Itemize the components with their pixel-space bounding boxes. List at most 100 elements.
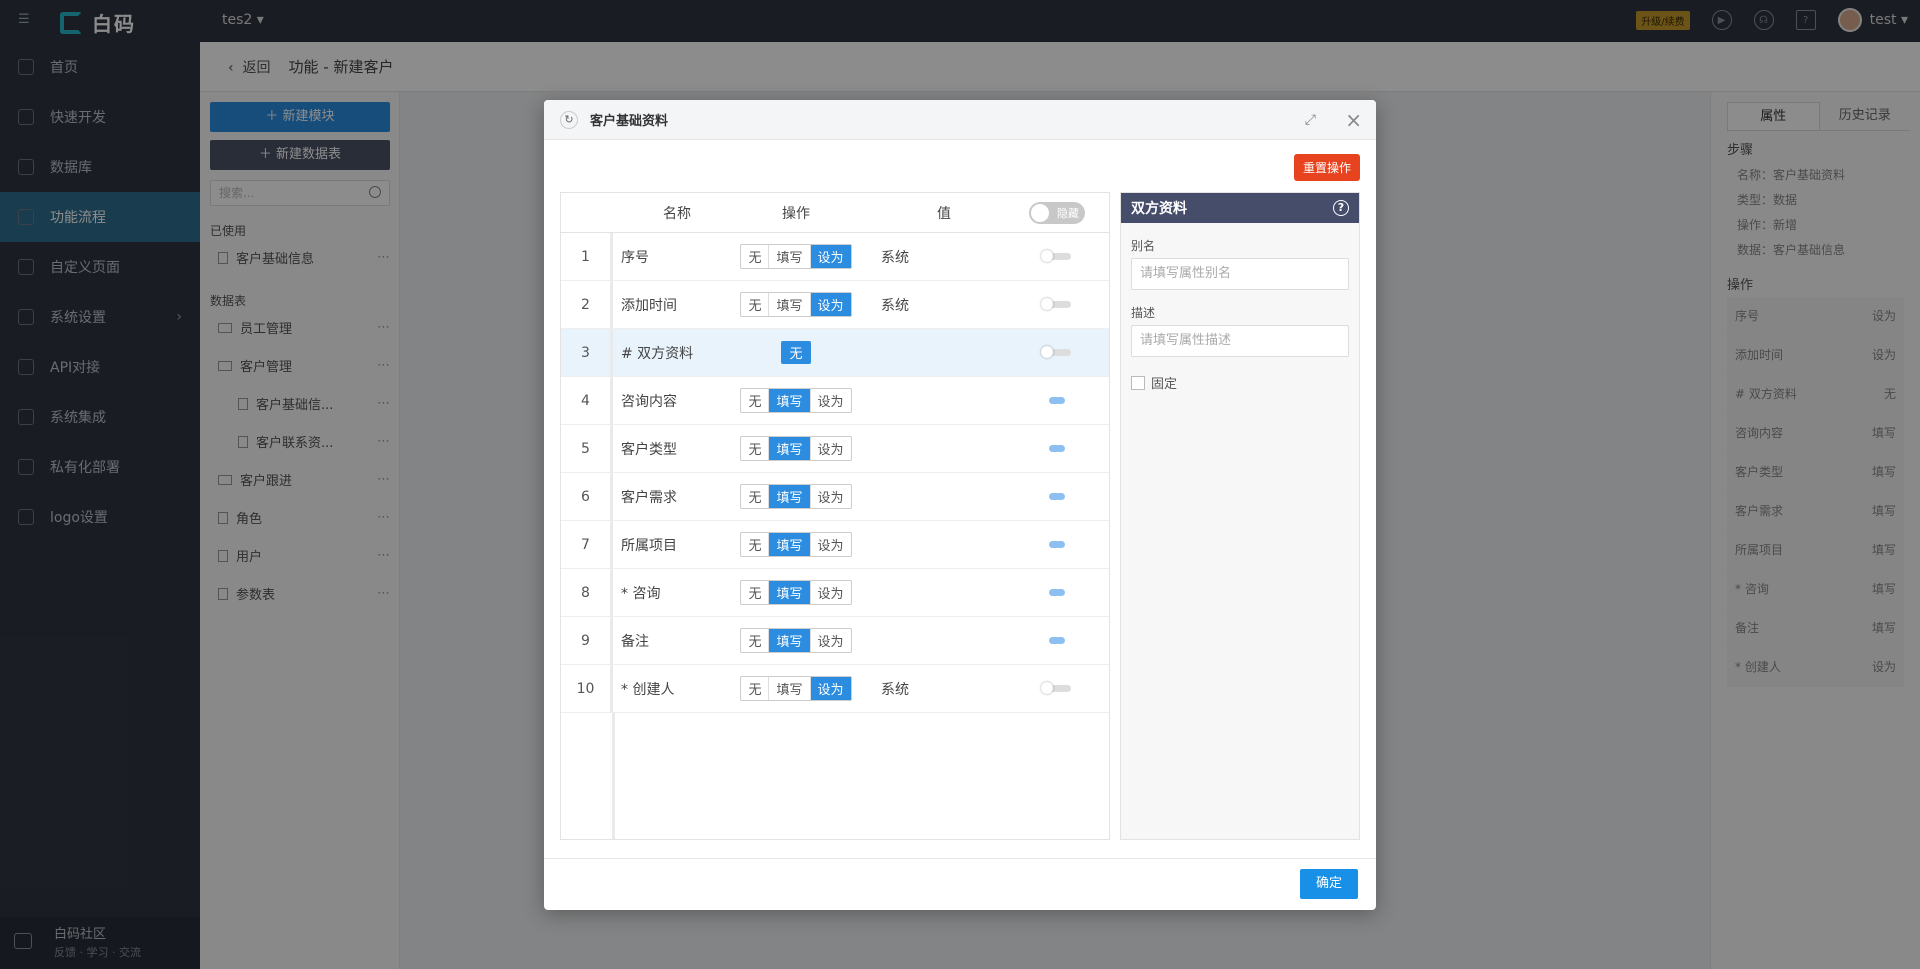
- hide-switch[interactable]: [1041, 346, 1071, 358]
- op-none-button[interactable]: 无: [741, 485, 768, 508]
- op-set-button[interactable]: 设为: [809, 437, 851, 460]
- field-value: 系统: [881, 249, 909, 266]
- table-row[interactable]: 1 序号 无填写 设为 系统: [561, 233, 1109, 281]
- table-row[interactable]: 8 * 咨询 无填写 设为: [561, 569, 1109, 617]
- op-segmented: 无填写 设为: [740, 436, 852, 461]
- hide-toggle[interactable]: 隐藏: [1029, 201, 1085, 224]
- op-set-button[interactable]: 设为: [809, 533, 851, 556]
- op-fill-button[interactable]: 填写: [768, 389, 810, 412]
- row-index: 4: [561, 377, 613, 424]
- op-set-button[interactable]: 设为: [809, 293, 851, 316]
- table-row[interactable]: 10 * 创建人 无填写 设为 系统: [561, 665, 1109, 713]
- row-index: 3: [561, 329, 613, 376]
- hide-toggle-label: 隐藏: [1057, 206, 1079, 220]
- hide-switch[interactable]: [1041, 250, 1071, 262]
- op-fill-button[interactable]: 填写: [768, 677, 809, 700]
- row-index: 7: [561, 521, 613, 568]
- close-icon[interactable]: ×: [1345, 108, 1362, 132]
- op-none-button[interactable]: 无: [741, 629, 768, 652]
- op-set-button[interactable]: 设为: [809, 581, 851, 604]
- hide-switch[interactable]: [1049, 541, 1065, 548]
- op-set-button[interactable]: 设为: [809, 629, 851, 652]
- reset-button[interactable]: 重置操作: [1293, 154, 1360, 181]
- op-fill-button[interactable]: 填写: [768, 533, 810, 556]
- table-row[interactable]: 6 客户需求 无填写 设为: [561, 473, 1109, 521]
- op-set-button[interactable]: 设为: [809, 677, 851, 700]
- op-set-button[interactable]: 设为: [809, 389, 851, 412]
- checkbox-box[interactable]: [1131, 375, 1145, 390]
- op-segmented: 无填写 设为: [740, 244, 852, 269]
- op-none-button[interactable]: 无: [741, 389, 768, 412]
- header-value: 值: [937, 205, 951, 222]
- table-row[interactable]: 9 备注 无填写 设为: [561, 617, 1109, 665]
- op-set-button[interactable]: 设为: [809, 485, 851, 508]
- op-fill-button[interactable]: 填写: [768, 581, 810, 604]
- hide-switch[interactable]: [1049, 589, 1065, 596]
- row-index: 1: [561, 233, 613, 280]
- hide-switch[interactable]: [1049, 493, 1065, 500]
- field-name: 咨询内容: [621, 393, 677, 410]
- field-value: 系统: [881, 681, 909, 698]
- op-cell: 无填写 设为: [733, 532, 859, 557]
- op-none-button[interactable]: 无: [741, 581, 768, 604]
- hide-cell: [1009, 493, 1105, 500]
- op-cell: 无填写 设为: [733, 628, 859, 653]
- table-row[interactable]: 2 添加时间 无填写 设为 系统: [561, 281, 1109, 329]
- field-name: 所属项目: [621, 537, 677, 554]
- op-none-button[interactable]: 无: [741, 437, 768, 460]
- hide-switch[interactable]: [1041, 682, 1071, 694]
- op-fill-button[interactable]: 填写: [768, 293, 809, 316]
- hide-switch[interactable]: [1041, 298, 1071, 310]
- op-cell: 无填写 设为: [733, 292, 859, 317]
- op-none-button[interactable]: 无: [741, 245, 768, 268]
- row-index: 10: [561, 665, 613, 712]
- row-index: 9: [561, 617, 613, 664]
- refresh-icon[interactable]: ↻: [560, 110, 578, 129]
- table-row[interactable]: 5 客户类型 无填写 设为: [561, 425, 1109, 473]
- header-index: [561, 193, 613, 232]
- hide-cell: [1009, 250, 1105, 262]
- op-cell: 无: [733, 341, 859, 364]
- op-none-button[interactable]: 无: [741, 677, 768, 700]
- op-segmented: 无填写 设为: [740, 484, 852, 509]
- op-segmented: 无填写 设为: [740, 388, 852, 413]
- field-value: 系统: [881, 297, 909, 314]
- op-fill-button[interactable]: 填写: [768, 629, 810, 652]
- op-fill-button[interactable]: 填写: [768, 437, 810, 460]
- hide-cell: [1009, 346, 1105, 358]
- row-index: 6: [561, 473, 613, 520]
- op-set-button[interactable]: 设为: [809, 245, 851, 268]
- hide-switch[interactable]: [1049, 397, 1065, 404]
- confirm-button[interactable]: 确定: [1300, 869, 1358, 899]
- op-fill-button[interactable]: 填写: [768, 485, 810, 508]
- header-name: 名称: [663, 205, 691, 222]
- field-config-dialog: ↻ 客户基础资料 ⤢ × 重置操作 名称 操作 值 隐藏 1 序号无填写 设为 系统 2…: [544, 100, 1376, 910]
- table-header: 名称 操作 值 隐藏: [561, 193, 1109, 233]
- fullscreen-icon[interactable]: ⤢: [1305, 112, 1316, 128]
- hide-cell: [1009, 445, 1105, 452]
- op-fill-button[interactable]: 填写: [768, 245, 809, 268]
- op-cell: 无填写 设为: [733, 676, 859, 701]
- op-cell: 无填写 设为: [733, 580, 859, 605]
- hide-switch[interactable]: [1049, 445, 1065, 452]
- hide-cell: [1009, 589, 1105, 596]
- op-segmented: 无填写 设为: [740, 532, 852, 557]
- op-cell: 无填写 设为: [733, 484, 859, 509]
- help-icon[interactable]: ?: [1333, 200, 1349, 216]
- desc-input[interactable]: 请填写属性描述: [1131, 325, 1349, 357]
- op-none-button[interactable]: 无: [741, 293, 768, 316]
- op-segmented: 无填写 设为: [740, 676, 852, 701]
- table-row[interactable]: 3 # 双方资料 无: [561, 329, 1109, 377]
- field-name: 客户需求: [621, 489, 677, 506]
- alias-input[interactable]: 请填写属性别名: [1131, 258, 1349, 290]
- op-segmented: 无填写 设为: [740, 292, 852, 317]
- table-row[interactable]: 7 所属项目 无填写 设为: [561, 521, 1109, 569]
- hide-switch[interactable]: [1049, 637, 1065, 644]
- row-index: 5: [561, 425, 613, 472]
- op-none-button[interactable]: 无: [741, 533, 768, 556]
- fixed-checkbox[interactable]: 固定: [1121, 357, 1359, 392]
- op-segmented: 无填写 设为: [740, 580, 852, 605]
- table-row[interactable]: 4 咨询内容 无填写 设为: [561, 377, 1109, 425]
- hide-cell: [1009, 541, 1105, 548]
- op-none-button[interactable]: 无: [781, 341, 811, 364]
